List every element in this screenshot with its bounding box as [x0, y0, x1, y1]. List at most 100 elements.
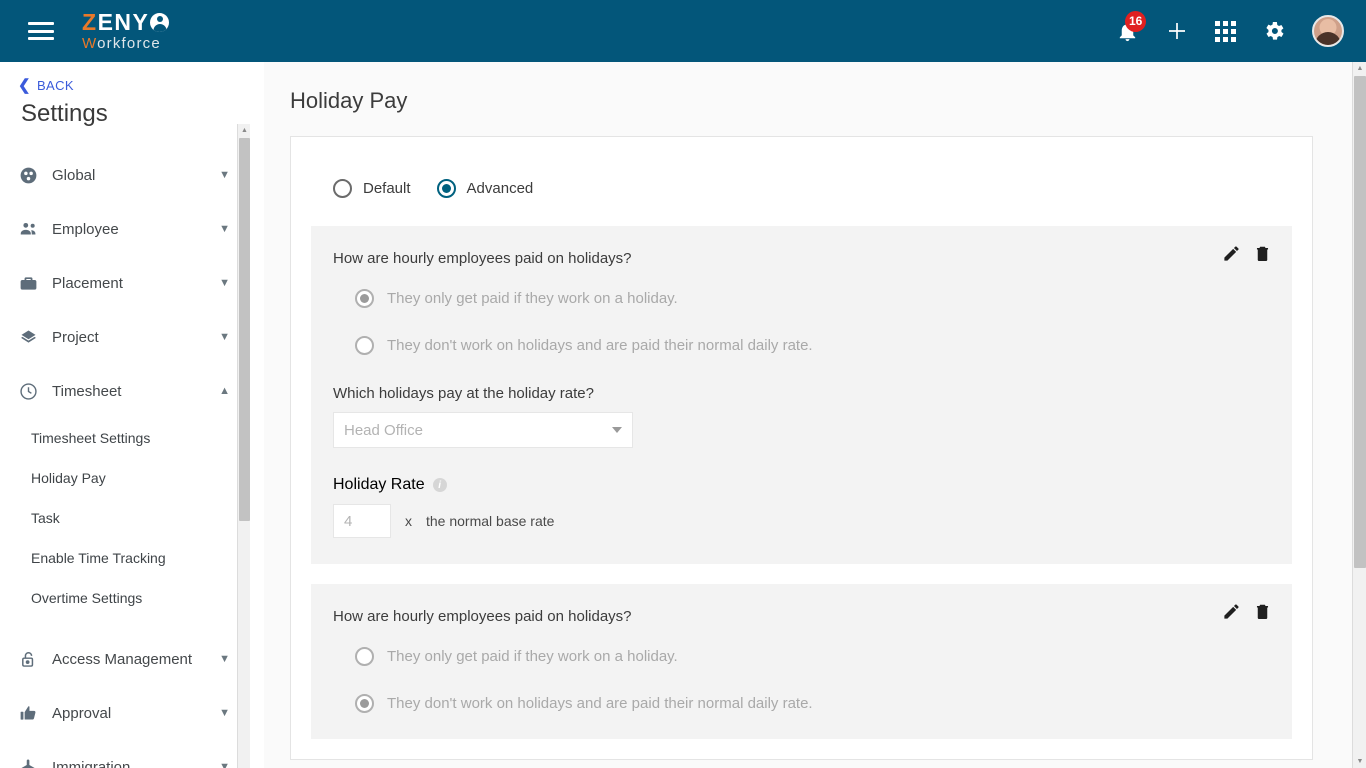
people-icon — [18, 218, 46, 240]
holiday-rule-panel-1: How are hourly employees paid on holiday… — [311, 226, 1292, 564]
sidebar-subitem-label: Holiday Pay — [31, 470, 106, 486]
panel2-option-work-only[interactable]: They only get paid if they work on a hol… — [355, 647, 1270, 666]
logo-person-mark-icon — [150, 13, 170, 32]
holiday-rule-panel-2: How are hourly employees paid on holiday… — [311, 584, 1292, 739]
hamburger-menu-icon[interactable] — [28, 22, 54, 40]
radio-indicator — [333, 179, 352, 198]
panel-actions-1 — [1222, 244, 1272, 263]
sidebar-nav: Global ▼ Employee ▼ Placement ▼ Project … — [0, 148, 250, 768]
airplane-icon — [18, 757, 46, 768]
sidebar-subitem-label: Timesheet Settings — [31, 430, 151, 446]
pay-mode-radio-group: Default Advanced — [291, 137, 1312, 226]
info-icon[interactable]: i — [432, 478, 447, 492]
sidebar-item-access-management[interactable]: Access Management ▼ — [0, 632, 250, 686]
back-link[interactable]: ❮ BACK — [18, 78, 250, 93]
panel-question: How are hourly employees paid on holiday… — [333, 608, 632, 625]
sidebar-subitem-holiday-pay[interactable]: Holiday Pay — [0, 458, 250, 498]
scroll-up-arrow-icon[interactable]: ▲ — [1353, 62, 1366, 75]
sidebar-item-label: Timesheet — [52, 382, 122, 400]
sidebar-title: Settings — [21, 100, 108, 127]
panel-actions-2 — [1222, 602, 1272, 621]
pencil-icon[interactable] — [1222, 244, 1241, 263]
sidebar-scrollbar-thumb[interactable] — [239, 138, 250, 521]
top-app-bar: Z ENY Workforce 16 — [0, 0, 1366, 62]
trash-icon[interactable] — [1253, 244, 1272, 263]
chevron-down-icon: ▼ — [219, 331, 230, 343]
sidebar-subitem-timesheet-settings[interactable]: Timesheet Settings — [0, 418, 250, 458]
radio-option-default[interactable]: Default — [333, 179, 411, 198]
grid-apps-icon — [1215, 20, 1236, 42]
user-avatar[interactable] — [1312, 15, 1344, 47]
holiday-rate-label-row: Holiday Rate i — [333, 476, 1270, 494]
radio-indicator — [436, 179, 456, 198]
clock-icon — [18, 381, 46, 402]
back-link-label: BACK — [36, 78, 74, 93]
sidebar-item-placement[interactable]: Placement ▼ — [0, 256, 250, 310]
radio-label: They only get paid if they work on a hol… — [387, 648, 678, 665]
radio-indicator — [355, 647, 374, 666]
sidebar-subitem-enable-time-tracking[interactable]: Enable Time Tracking — [0, 538, 250, 578]
sidebar-item-project[interactable]: Project ▼ — [0, 310, 250, 364]
sidebar-item-immigration[interactable]: Immigration ▼ — [0, 740, 250, 768]
chevron-down-icon — [612, 427, 622, 433]
chevron-down-icon: ▼ — [219, 653, 230, 665]
notification-count-badge: 16 — [1125, 10, 1147, 32]
chevron-down-icon: ▼ — [219, 761, 230, 768]
panel1-option-normal-daily-rate[interactable]: They don't work on holidays and are paid… — [355, 336, 1270, 355]
scroll-down-arrow-icon[interactable]: ▼ — [1353, 755, 1366, 768]
sidebar-item-label: Immigration — [52, 758, 131, 768]
main-content: Holiday Pay Default Advanced How are hou… — [264, 62, 1352, 768]
sidebar-scrollbar[interactable]: ▲ ▼ — [237, 124, 250, 768]
sidebar-subitem-overtime-settings[interactable]: Overtime Settings — [0, 578, 250, 618]
holiday-rate-input[interactable] — [333, 504, 391, 538]
radio-label: They only get paid if they work on a hol… — [387, 290, 678, 307]
add-button[interactable] — [1165, 19, 1189, 43]
pencil-icon[interactable] — [1222, 602, 1241, 621]
app-logo[interactable]: Z ENY Workforce — [82, 9, 170, 52]
holidays-select-label: Which holidays pay at the holiday rate? — [333, 385, 594, 402]
radio-indicator — [355, 289, 374, 308]
radio-label: Default — [363, 180, 411, 197]
sidebar-item-global[interactable]: Global ▼ — [0, 148, 250, 202]
thumbs-up-icon — [18, 703, 46, 724]
radio-indicator — [355, 336, 374, 355]
main-scrollbar[interactable]: ▲ ▼ — [1352, 62, 1366, 768]
holidays-select[interactable]: Head Office — [333, 412, 633, 448]
sidebar-divider-gap — [0, 618, 250, 632]
trash-icon[interactable] — [1253, 602, 1272, 621]
page-title: Holiday Pay — [290, 88, 408, 113]
topbar-actions: 16 — [1116, 10, 1344, 47]
panel1-option-work-only[interactable]: They only get paid if they work on a hol… — [355, 289, 1270, 308]
settings-sidebar: ❮ BACK Settings Global ▼ Employee ▼ Plac… — [0, 62, 250, 768]
sidebar-item-label: Employee — [52, 220, 119, 238]
sidebar-item-employee[interactable]: Employee ▼ — [0, 202, 250, 256]
settings-button[interactable] — [1262, 19, 1286, 43]
plus-icon — [1169, 23, 1185, 39]
logo-text-w: W — [82, 35, 98, 52]
holiday-pay-card: Default Advanced How are hourly employee… — [290, 136, 1313, 760]
chevron-left-icon: ❮ — [18, 77, 31, 94]
logo-text-eny: ENY — [97, 9, 150, 35]
holiday-rate-row: x the normal base rate — [333, 504, 1270, 538]
logo-text-orkforce: orkforce — [97, 35, 161, 52]
sidebar-item-label: Global — [52, 166, 96, 184]
radio-label: Advanced — [466, 180, 534, 197]
sidebar-subitem-task[interactable]: Task — [0, 498, 250, 538]
chevron-down-icon: ▼ — [219, 169, 230, 181]
sidebar-item-label: Project — [52, 328, 99, 346]
bubble-chart-icon — [18, 165, 46, 186]
radio-label: They don't work on holidays and are paid… — [387, 695, 813, 712]
apps-button[interactable] — [1215, 20, 1236, 42]
sidebar-item-approval[interactable]: Approval ▼ — [0, 686, 250, 740]
logo-text-z: Z — [82, 9, 98, 35]
panel2-option-normal-daily-rate[interactable]: They don't work on holidays and are paid… — [355, 694, 1270, 713]
main-scrollbar-thumb[interactable] — [1354, 76, 1366, 568]
sidebar-item-timesheet[interactable]: Timesheet ▲ — [0, 364, 250, 418]
scroll-up-arrow-icon[interactable]: ▲ — [238, 124, 250, 137]
holidays-select-value: Head Office — [344, 421, 423, 439]
chevron-down-icon: ▼ — [219, 223, 230, 235]
holiday-rate-label: Holiday Rate — [333, 476, 425, 493]
sidebar-subitem-label: Enable Time Tracking — [31, 550, 166, 566]
radio-option-advanced[interactable]: Advanced — [436, 179, 534, 198]
notifications-button[interactable]: 16 — [1116, 10, 1147, 43]
